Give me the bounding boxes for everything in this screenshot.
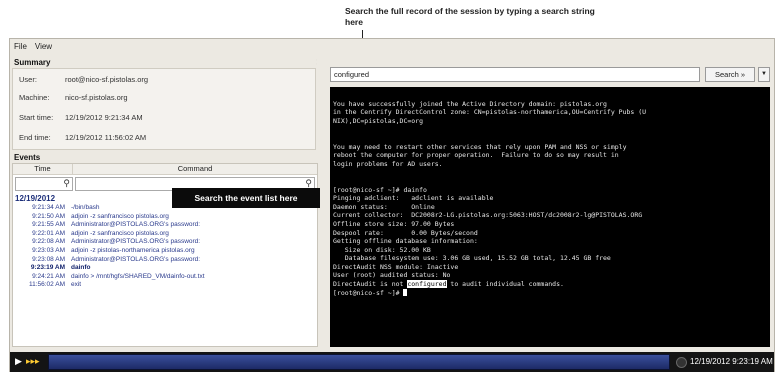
list-item[interactable]: 9:23:08 AM Administrator@PISTOLAS.ORG's p… [13,256,317,265]
list-item[interactable]: 9:21:55 AM Administrator@PISTOLAS.ORG's p… [13,221,317,230]
events-header: Time Command [13,164,317,175]
menu-view[interactable]: View [35,42,52,51]
summary-end-time: End time: 12/19/2012 11:56:02 AM [19,133,147,142]
event-list: 12/19/2012 9:21:34 AM -/bin/bash 9:21:50 … [13,194,317,290]
list-item[interactable]: 9:24:21 AM dainfo > /mnt/hgfs/SHARED_VM/d… [13,273,317,282]
time-filter-input[interactable]: ⚲ [15,177,73,191]
terminal-line: Despool rate: 0.00 Bytes/second [333,228,478,237]
terminal-line: Daemon status: Online [333,202,435,211]
search-match-highlight: configured [407,280,447,289]
terminal-line: Size on disk: 52.00 KB [333,245,431,254]
column-command[interactable]: Command [73,164,317,174]
terminal-line: reboot the computer for proper operation… [333,151,619,160]
summary-heading: Summary [12,57,316,68]
annotation-search-record: Search the full record of the session by… [345,6,595,27]
terminal-line: NIX),DC=pistolas,DC=org [333,116,424,125]
session-terminal: You have successfully joined the Active … [330,87,770,347]
annotation-search-events: Search the event list here [172,188,320,208]
list-item[interactable]: 11:56:02 AM exit [13,281,317,290]
terminal-lines: You have successfully joined the Active … [333,91,767,280]
terminal-line: Database filesystem use: 3.06 GB used, 1… [333,254,611,263]
terminal-line: Offline store size: 97.00 Bytes [333,219,455,228]
record-search-bar: configured Search » ▼ [330,67,770,83]
terminal-prompt-line: [root@nico-sf ~]# [333,289,767,298]
session-player-window: File View << Summary User:root@nico-sf.p… [9,38,775,372]
terminal-line: Current collector: DC2008r2-LG.pistolas.… [333,211,643,220]
playback-position-handle[interactable] [676,357,687,368]
right-panel: configured Search » ▼ You have successfu… [330,55,772,349]
record-search-input[interactable]: configured [330,67,700,82]
summary-user: User: root@nico-sf.pistolas.org [19,75,149,84]
list-item[interactable]: 9:23:03 AM adjoin -z pistolas-northameric… [13,247,317,256]
playback-time: 12/19/2012 9:23:19 AM [690,357,773,366]
column-time[interactable]: Time [13,164,73,174]
play-icon[interactable]: ▶ [15,356,22,367]
search-icon[interactable]: ⚲ [63,178,70,189]
menu-bar: File View [10,39,774,54]
list-item-selected[interactable]: 9:23:19 AM dainfo [13,264,317,273]
terminal-line: [root@nico-sf ~]# dainfo [333,185,427,194]
terminal-line: login problems for AD users. [333,159,443,168]
fast-forward-icon[interactable]: ▸▸▸ [26,356,40,367]
list-item[interactable]: 9:21:50 AM adjoin -z sanfrancisco pistola… [13,213,317,222]
playback-bar: ▶ ▸▸▸ 12/19/2012 9:23:19 AM [10,352,774,372]
events-heading: Events [12,152,316,163]
playback-timeline[interactable] [48,354,670,370]
search-button[interactable]: Search » [705,67,755,82]
list-item[interactable]: 9:22:08 AM Administrator@PISTOLAS.ORG's p… [13,238,317,247]
menu-file[interactable]: File [14,42,27,51]
terminal-line: You may need to restart other services t… [333,142,627,151]
terminal-line: Getting offline database information: [333,237,478,246]
terminal-line-match: DirectAudit is not configured to audit i… [333,280,564,289]
search-options-dropdown[interactable]: ▼ [758,67,770,82]
terminal-line: You have successfully joined the Active … [333,99,607,108]
left-panel: << Summary User:root@nico-sf.pistolas.or… [10,55,328,349]
terminal-line: DirectAudit NSS module: Inactive [333,262,459,271]
terminal-line: Pinging adclient: adclient is available [333,194,494,203]
list-item[interactable]: 9:22:01 AM adjoin -z sanfrancisco pistola… [13,230,317,239]
terminal-line: in the Centrify DirectControl zone: CN=p… [333,108,647,117]
summary-panel: User: root@nico-sf.pistolas.org Machine: n… [12,68,316,150]
terminal-line: User (root) audited status: No [333,271,451,280]
summary-machine: Machine: nico-sf.pistolas.org [19,93,128,102]
terminal-cursor [403,289,408,297]
summary-start-time: Start time: 12/19/2012 9:21:34 AM [19,113,143,122]
